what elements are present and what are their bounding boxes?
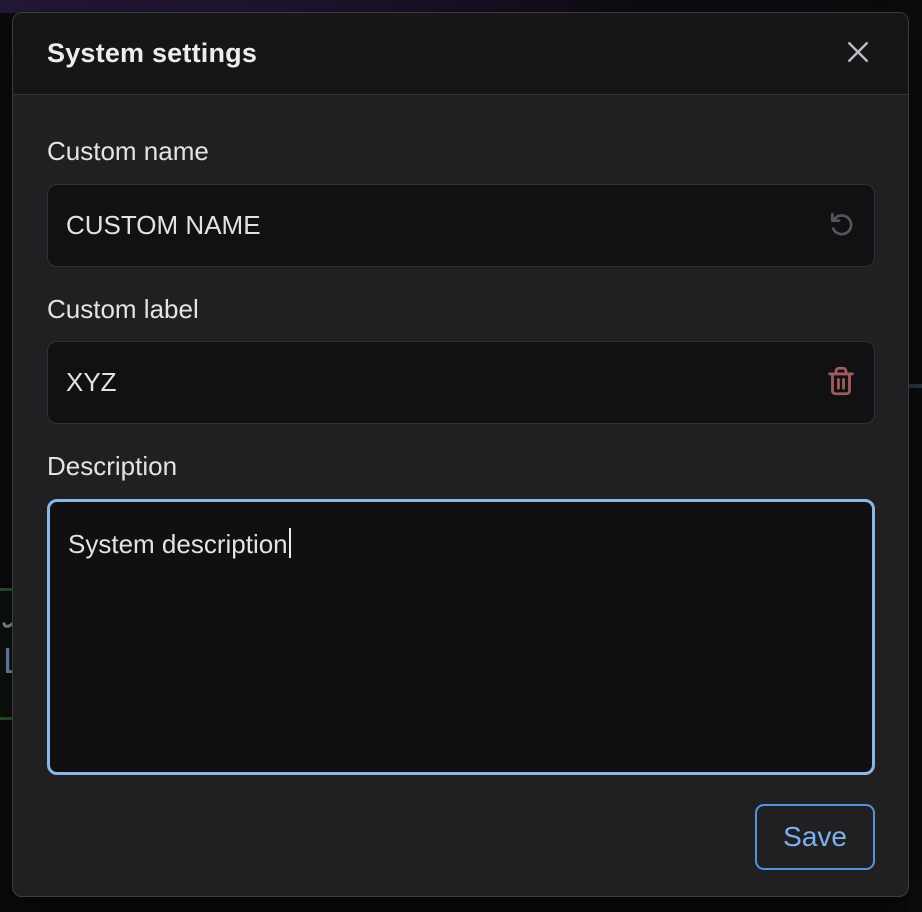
description-textarea[interactable]: System description xyxy=(47,499,875,775)
custom-name-label: Custom name xyxy=(47,137,875,166)
trash-icon xyxy=(824,364,858,401)
custom-name-input[interactable] xyxy=(47,184,875,267)
delete-custom-label-button[interactable] xyxy=(819,361,863,405)
dialog-header: System settings xyxy=(13,13,908,95)
description-label: Description xyxy=(47,452,875,481)
save-button[interactable]: Save xyxy=(755,804,875,870)
screen: L System settings Custom name xyxy=(0,0,922,912)
dialog-title: System settings xyxy=(47,38,257,69)
dialog-footer: Save xyxy=(13,804,908,905)
custom-label-input[interactable] xyxy=(47,341,875,424)
dialog-body: Custom name Custom label xyxy=(13,95,908,804)
custom-label-label: Custom label xyxy=(47,295,875,324)
close-button[interactable] xyxy=(840,36,876,72)
text-caret xyxy=(289,528,291,558)
reset-custom-name-button[interactable] xyxy=(819,203,863,247)
background-right-strip xyxy=(909,13,922,912)
close-icon xyxy=(843,37,873,70)
system-settings-dialog: System settings Custom name xyxy=(12,12,909,897)
background-right-divider xyxy=(909,384,922,388)
reset-icon xyxy=(825,208,857,243)
description-text: System description xyxy=(68,529,288,559)
custom-name-field-wrap xyxy=(47,184,875,267)
custom-label-field-wrap xyxy=(47,341,875,424)
